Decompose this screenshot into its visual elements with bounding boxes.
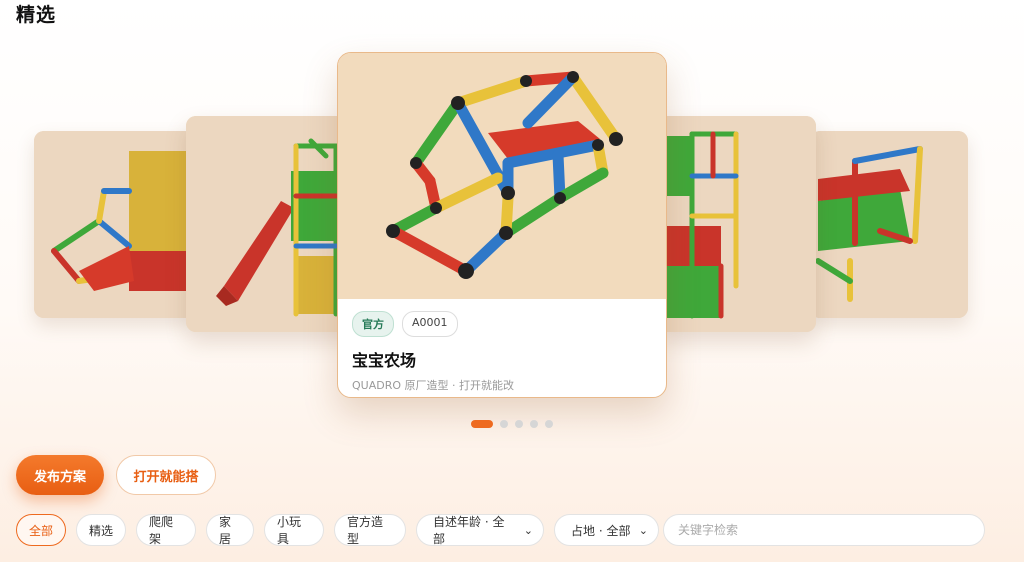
- publish-plan-button[interactable]: 发布方案: [16, 455, 104, 495]
- pagination-dot-3[interactable]: [515, 420, 523, 428]
- area-select-label: 占地 · 全部: [571, 523, 631, 538]
- design-code-badge: A0001: [402, 311, 458, 337]
- age-select[interactable]: 自述年龄 · 全部 ⌄: [416, 514, 544, 546]
- area-select[interactable]: 占地 · 全部 ⌄: [554, 514, 659, 546]
- chevron-down-icon: ⌄: [523, 523, 533, 537]
- card-image-sandbox: [810, 131, 968, 318]
- keyword-search-input[interactable]: [663, 514, 985, 546]
- carousel-card-far-left[interactable]: [34, 131, 194, 318]
- carousel-card-far-right[interactable]: [810, 131, 968, 318]
- filter-all[interactable]: 全部: [16, 514, 66, 546]
- card-image-slide: [34, 131, 194, 318]
- chevron-down-icon: ⌄: [638, 523, 648, 537]
- filter-small-toys[interactable]: 小玩具: [264, 514, 324, 546]
- age-select-label: 自述年龄 · 全部: [433, 515, 505, 546]
- section-title: 精选: [16, 4, 57, 26]
- filter-climbing-frame[interactable]: 爬爬架: [136, 514, 196, 546]
- card-title: 宝宝农场: [352, 351, 417, 370]
- filter-bar: 全部 精选 爬爬架 家居 小玩具 官方造型 自述年龄 · 全部 ⌄ 占地 · 全…: [16, 514, 659, 546]
- carousel-card-active[interactable]: 官方 A0001 宝宝农场 QUADRO 原厂造型 · 打开就能改: [337, 52, 667, 398]
- card-image-baby-farm: [338, 53, 666, 299]
- pagination-dot-2[interactable]: [500, 420, 508, 428]
- open-and-build-button[interactable]: 打开就能搭: [116, 455, 216, 495]
- carousel-pagination: [0, 420, 1024, 428]
- card-image-climber-tower: [658, 116, 816, 332]
- card-subtitle: QUADRO 原厂造型 · 打开就能改: [352, 379, 514, 392]
- featured-carousel[interactable]: 官方 A0001 宝宝农场 QUADRO 原厂造型 · 打开就能改: [0, 40, 1024, 400]
- filter-official-shapes[interactable]: 官方造型: [334, 514, 406, 546]
- official-badge: 官方: [352, 311, 394, 337]
- filter-featured[interactable]: 精选: [76, 514, 126, 546]
- pagination-dot-5[interactable]: [545, 420, 553, 428]
- pagination-dot-4[interactable]: [530, 420, 538, 428]
- pagination-dot-1[interactable]: [471, 420, 493, 428]
- filter-home[interactable]: 家居: [206, 514, 254, 546]
- carousel-card-near-right[interactable]: [658, 116, 816, 332]
